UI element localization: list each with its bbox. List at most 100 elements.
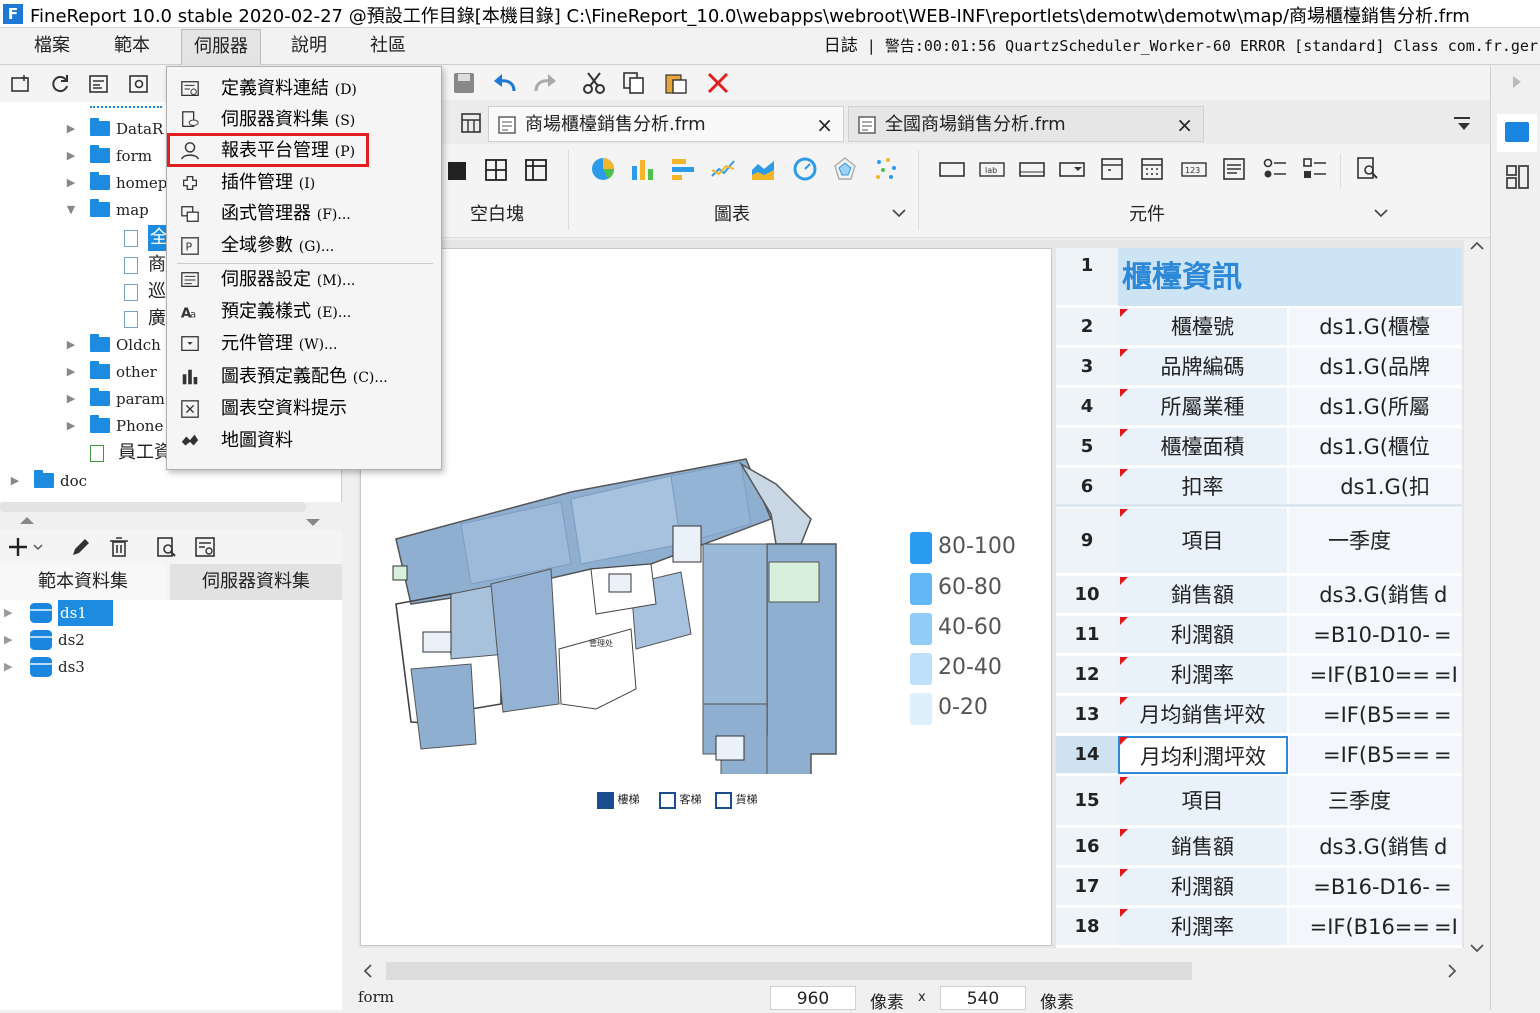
row-number[interactable]: 6 [1056, 468, 1118, 506]
grid-cell-c[interactable]: d [1434, 828, 1462, 866]
menu-item-plugin-management[interactable]: 插件管理 (I) [167, 167, 441, 198]
bar-chart-icon[interactable] [630, 156, 656, 182]
menu-community[interactable]: 社區 [364, 29, 412, 65]
grid-cell-c[interactable]: = [1434, 868, 1462, 906]
radio-group-icon[interactable] [1262, 156, 1288, 182]
grid-cell-b[interactable]: ds3.G(銷售 [1289, 828, 1434, 866]
layout-panel-icon[interactable] [1505, 164, 1531, 190]
log-line[interactable]: 日誌 | 警告:00:01:56 QuartzScheduler_Worker-… [824, 29, 1540, 65]
close-tab-icon[interactable]: × [1176, 107, 1193, 143]
tab-national-mall-analysis[interactable]: 全國商場銷售分析.frm × [848, 106, 1204, 142]
grid-cell-a[interactable]: 銷售額 [1118, 576, 1288, 614]
grid-cell-c[interactable] [1434, 776, 1462, 826]
height-input[interactable]: 540 [940, 986, 1026, 1010]
panel-splitter[interactable] [0, 514, 342, 530]
area-chart-icon[interactable] [750, 156, 776, 182]
tree-item[interactable]: ▶ doc [0, 468, 340, 494]
row-number[interactable]: 18 [1056, 908, 1118, 946]
row-number[interactable]: 9 [1056, 508, 1118, 574]
blank-block-icon[interactable] [446, 158, 468, 182]
button-widget-icon[interactable] [938, 160, 966, 180]
row-number[interactable]: 3 [1056, 348, 1118, 386]
menu-server[interactable]: 伺服器 [181, 29, 261, 65]
grid-cell-a[interactable]: 月均銷售坪效 [1118, 696, 1288, 734]
menu-template[interactable]: 範本 [108, 29, 156, 65]
menu-item-predefined-styles[interactable]: Aa 預定義樣式 (E)... [167, 296, 441, 327]
tree-horizontal-scrollbar[interactable] [0, 502, 306, 512]
redo-icon[interactable] [532, 71, 558, 95]
tab-server-datasets[interactable]: 伺服器資料集 [170, 564, 342, 600]
menu-item-function-manager[interactable]: 函式管理器 (F)... [167, 198, 441, 229]
date-widget-icon[interactable] [1100, 156, 1124, 182]
tree-expand-arrow-icon[interactable]: ▶ [64, 332, 78, 358]
scroll-right-icon[interactable] [1446, 964, 1458, 978]
grid-cell-c[interactable]: d [1434, 576, 1462, 614]
settings-template-icon[interactable] [128, 74, 150, 94]
row-number[interactable]: 5 [1056, 428, 1118, 466]
menu-item-server-datasets[interactable]: 伺服器資料集 (S) [167, 104, 441, 135]
tree-expand-arrow-icon[interactable]: ▶ [64, 413, 78, 439]
menu-item-server-settings[interactable]: 伺服器設定 (M)... [167, 264, 441, 295]
pie-chart-icon[interactable] [590, 156, 616, 182]
properties-panel-icon[interactable] [1505, 122, 1529, 142]
grid-cell-b[interactable]: ds3.G(銷售 [1289, 576, 1434, 614]
scroll-down-icon[interactable] [1470, 942, 1484, 954]
row-number[interactable]: 10 [1056, 576, 1118, 614]
tree-expand-arrow-icon[interactable]: ▶ [64, 170, 78, 196]
scroll-left-icon[interactable] [362, 964, 374, 978]
row-number[interactable]: 2 [1056, 308, 1118, 346]
dropdown-widget-icon[interactable] [1058, 160, 1086, 180]
text-widget-icon[interactable] [1018, 160, 1046, 180]
grid-cell-b[interactable]: =IF(B5== [1289, 696, 1434, 734]
textarea-widget-icon[interactable] [1222, 156, 1246, 182]
checkbox-group-icon[interactable] [1302, 156, 1328, 182]
menu-item-map-data[interactable]: 地圖資料 [167, 425, 441, 456]
grid-cell-c[interactable]: = [1434, 616, 1462, 654]
dataset-settings-icon[interactable] [194, 536, 216, 558]
row-number[interactable]: 17 [1056, 868, 1118, 906]
grid-cell-b[interactable]: 一季度 [1289, 508, 1434, 574]
expand-arrow-icon[interactable]: ▶ [4, 627, 12, 653]
grid-cell-c[interactable]: = [1434, 696, 1462, 734]
menu-item-define-data-connection[interactable]: 定義資料連結 (D) [167, 73, 441, 104]
menu-item-widget-management[interactable]: 元件管理 (W)... [167, 328, 441, 359]
refresh-icon[interactable] [50, 74, 72, 94]
grid-cell-b[interactable]: ds1.G(所屬 [1289, 388, 1434, 426]
tree-expand-arrow-icon[interactable]: ▶ [64, 359, 78, 385]
grid-title-cell[interactable]: 櫃檯資訊 [1118, 248, 1462, 306]
grid-cell-a[interactable]: 品牌編碼 [1118, 348, 1288, 386]
chevron-down-icon[interactable] [892, 208, 906, 218]
scatter-chart-icon[interactable] [874, 156, 900, 182]
grid-cell-c[interactable]: =I [1434, 656, 1462, 694]
scroll-up-icon[interactable] [1470, 240, 1484, 252]
grid-cell-b[interactable]: =B16-D16- [1289, 868, 1434, 906]
grid-cell-b[interactable]: 三季度 [1289, 776, 1434, 826]
grid-cell-a[interactable]: 項目 [1118, 508, 1288, 574]
grid-cell-b[interactable]: =IF(B10== [1289, 656, 1434, 694]
report-grid[interactable]: 櫃檯資訊 1 2 櫃檯號 ds1.G(櫃檯 3 品牌編碼 ds1.G(品牌 4 所屬業種 ds1.G… [1056, 248, 1462, 948]
menu-item-global-parameters[interactable]: P 全域參數 (G)... [167, 230, 441, 261]
row-number[interactable]: 14 [1056, 736, 1118, 774]
grid-cell-b[interactable]: =IF(B5== [1289, 736, 1434, 774]
template-icon[interactable] [88, 74, 110, 94]
horizontal-bar-icon[interactable] [670, 156, 696, 182]
layout-grid-icon[interactable] [460, 112, 482, 134]
expand-arrow-icon[interactable]: ▶ [4, 600, 12, 626]
grid-cell-c[interactable]: =I [1434, 908, 1462, 946]
menu-item-chart-predefined-colors[interactable]: 圖表預定義配色 (C)... [167, 361, 441, 392]
grid-cell-a[interactable]: 利潤率 [1118, 656, 1288, 694]
grid-cell-b[interactable]: ds1.G(櫃檯 [1289, 308, 1434, 346]
grid-cell-b[interactable]: =B10-D10- [1289, 616, 1434, 654]
dataset-item[interactable]: ▶ ds1 [0, 600, 200, 626]
cut-icon[interactable] [582, 71, 606, 95]
grid-cell-a[interactable]: 項目 [1118, 776, 1288, 826]
search-widget-icon[interactable] [1356, 156, 1380, 182]
edit-icon[interactable] [70, 536, 92, 558]
chevron-down-icon[interactable] [1374, 208, 1388, 218]
delete-x-icon[interactable] [706, 71, 730, 95]
grid-cell-c[interactable]: = [1434, 736, 1462, 774]
copy-icon[interactable] [622, 71, 646, 95]
number-widget-icon[interactable]: 123 [1180, 160, 1208, 180]
dataset-item[interactable]: ▶ ds2 [0, 627, 200, 653]
grid-cell-c[interactable] [1434, 508, 1462, 574]
